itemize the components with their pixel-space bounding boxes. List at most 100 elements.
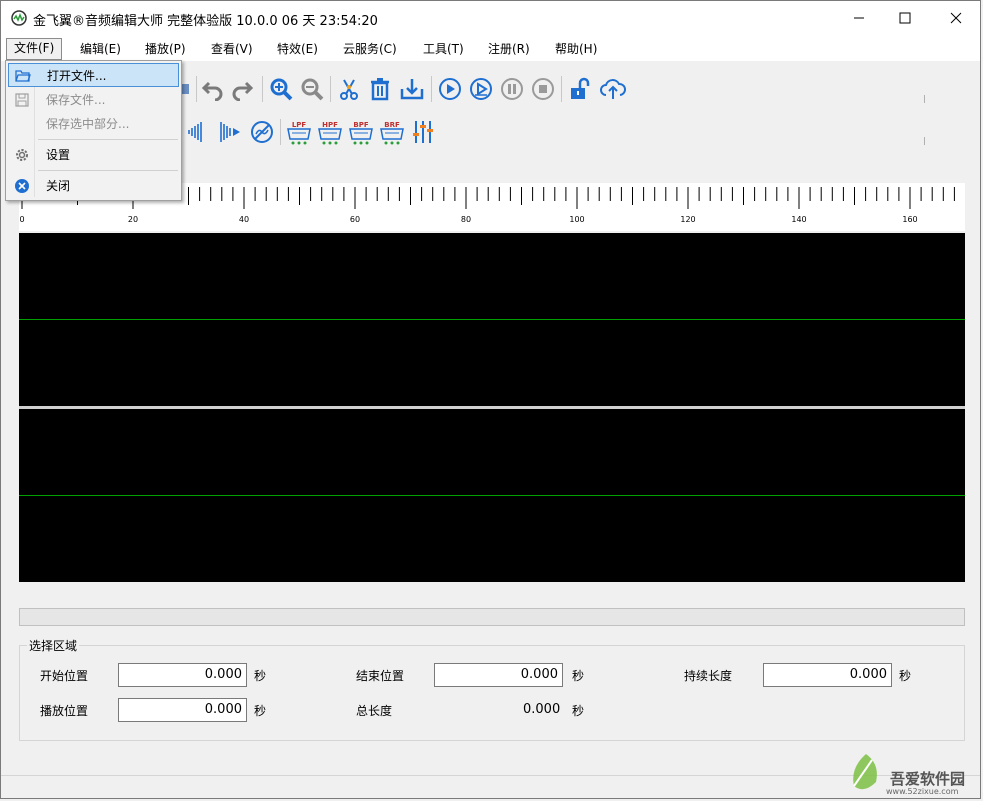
fade-out-icon (220, 122, 240, 142)
menu-help[interactable]: 帮助(H) (548, 39, 604, 59)
ruler-tick-label: 160 (902, 215, 917, 224)
unlock-button[interactable] (567, 76, 593, 102)
toolbar-separator (280, 119, 281, 145)
trash-icon (371, 78, 389, 101)
menu-register[interactable]: 注册(R) (481, 39, 537, 59)
minimize-icon (854, 17, 864, 19)
undo-button[interactable] (200, 76, 226, 102)
maximize-icon (899, 12, 911, 24)
menu-item-close[interactable]: 关闭 (8, 174, 179, 198)
hpf-filter-icon: HPF (318, 121, 342, 145)
fade-in-button[interactable] (187, 119, 213, 145)
menu-item-label: 关闭 (46, 179, 71, 193)
scissors-icon (340, 79, 358, 100)
title-bar: 金飞翼®音频编辑大师 完整体验版 10.0.0 06 天 23:54:20 (1, 1, 980, 35)
total-unit-label: 秒 (572, 704, 585, 718)
menu-item-save-selection[interactable]: 保存选中部分... (8, 112, 179, 136)
mute-button[interactable] (249, 119, 275, 145)
play-position-label: 播放位置 (40, 704, 89, 718)
zoom-in-icon (270, 78, 293, 101)
stop-button[interactable] (530, 76, 556, 102)
play-button[interactable] (437, 76, 463, 102)
brf-button[interactable]: BRF (379, 119, 405, 145)
menu-cloud[interactable]: 云服务(C) (336, 39, 404, 59)
zoom-in-button[interactable] (268, 76, 294, 102)
zoom-out-button[interactable] (299, 76, 325, 102)
ruler-tick-label: 140 (791, 215, 806, 224)
toolbar-separator (262, 76, 263, 102)
menu-edit[interactable]: 编辑(E) (73, 39, 128, 59)
menu-item-open-file[interactable]: 打开文件... (8, 63, 179, 87)
ruler-tick-label: 40 (239, 215, 249, 224)
pause-button[interactable] (499, 76, 525, 102)
total-length-label: 总长度 (356, 704, 393, 718)
play-selection-button[interactable] (468, 76, 494, 102)
cloud-upload-icon (600, 79, 626, 99)
menu-item-label: 保存选中部分... (46, 117, 130, 131)
watermark-name: 吾爱软件园 (890, 770, 966, 788)
svg-text:LPF: LPF (292, 121, 307, 129)
equalizer-icon (413, 121, 433, 143)
close-button[interactable] (933, 1, 979, 35)
cut-button[interactable] (336, 76, 362, 102)
total-length-value: 0.000 (523, 702, 561, 717)
file-menu-dropdown: 打开文件... 保存文件... 保存选中部分... 设置 关闭 (5, 60, 182, 201)
lpf-button[interactable]: LPF (286, 119, 312, 145)
toolbar-grip (924, 137, 925, 145)
lpf-filter-icon: LPF (287, 121, 311, 145)
play-position-field[interactable]: 0.000 (118, 698, 247, 722)
menu-separator (38, 139, 178, 140)
waveform-display[interactable] (19, 233, 965, 582)
toolbar-separator (196, 76, 197, 102)
redo-icon (232, 81, 254, 101)
selection-group (19, 645, 965, 741)
play-selection-icon (470, 78, 492, 100)
maximize-button[interactable] (882, 1, 928, 35)
menu-file[interactable]: 文件(F) (6, 38, 63, 60)
fade-out-button[interactable] (218, 119, 244, 145)
delete-button[interactable] (367, 76, 393, 102)
pause-icon (501, 78, 523, 100)
menu-item-settings[interactable]: 设置 (8, 143, 179, 167)
ruler-tick-label: 80 (461, 215, 471, 224)
insert-button[interactable] (399, 76, 425, 102)
watermark-logo-icon (853, 754, 877, 790)
menu-separator (38, 170, 178, 171)
menu-bar: 文件(F) 编辑(E) 播放(P) 查看(V) 特效(E) 云服务(C) 工具(… (1, 35, 980, 61)
end-position-field[interactable]: 0.000 (434, 663, 563, 687)
app-window: 金飞翼®音频编辑大师 完整体验版 10.0.0 06 天 23:54:20 文件… (0, 0, 981, 799)
menu-tools[interactable]: 工具(T) (416, 39, 471, 59)
gear-icon (16, 149, 28, 161)
menu-view[interactable]: 查看(V) (204, 39, 260, 59)
equalizer-button[interactable] (410, 119, 436, 145)
selection-group-title: 选择区域 (27, 637, 80, 654)
bpf-filter-icon: BPF (349, 121, 373, 145)
menu-item-save-file[interactable]: 保存文件... (8, 88, 179, 112)
cloud-upload-button[interactable] (600, 76, 626, 102)
channel-divider (19, 406, 965, 409)
minimize-button[interactable] (836, 1, 882, 35)
svg-text:BRF: BRF (384, 121, 400, 129)
zoom-out-icon (301, 78, 324, 101)
redo-button[interactable] (229, 76, 255, 102)
mute-icon (251, 121, 273, 143)
close-circle-icon (15, 179, 29, 193)
save-icon (15, 93, 29, 107)
bpf-button[interactable]: BPF (348, 119, 374, 145)
menu-play[interactable]: 播放(P) (138, 39, 193, 59)
duration-unit-label: 秒 (899, 669, 912, 683)
start-position-field[interactable]: 0.000 (118, 663, 247, 687)
duration-label: 持续长度 (684, 669, 733, 683)
window-title: 金飞翼®音频编辑大师 完整体验版 10.0.0 06 天 23:54:20 (33, 14, 378, 29)
play-unit-label: 秒 (254, 704, 267, 718)
stop-icon (532, 78, 554, 100)
menu-effects[interactable]: 特效(E) (270, 39, 325, 59)
hpf-button[interactable]: HPF (317, 119, 343, 145)
unlock-icon (571, 77, 590, 99)
duration-field[interactable]: 0.000 (763, 663, 892, 687)
start-unit-label: 秒 (254, 669, 267, 683)
end-position-label: 结束位置 (356, 669, 405, 683)
app-logo-icon (11, 10, 27, 26)
horizontal-scrollbar[interactable] (19, 608, 965, 626)
status-bar (1, 775, 980, 776)
